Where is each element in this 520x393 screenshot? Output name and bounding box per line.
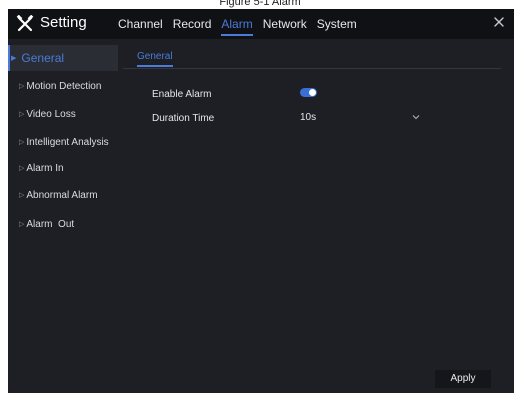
sidebar-item-label: Video Loss [26, 108, 76, 120]
nav-system[interactable]: System [317, 17, 357, 36]
triangle-right-icon: ▷ [19, 165, 25, 172]
triangle-right-icon: ▷ [19, 221, 25, 228]
sidebar-item-alarm-in[interactable]: ▷ Alarm In [8, 155, 118, 181]
settings-window: Setting Channel Record Alarm Network Sys… [8, 9, 514, 393]
sidebar-item-label: Alarm In [26, 162, 64, 174]
chevron-down-icon [412, 115, 420, 120]
sidebar-item-motion-detection[interactable]: ▷ Motion Detection [8, 73, 118, 99]
sidebar-item-label: Alarm Out [26, 218, 75, 230]
enable-alarm-label: Enable Alarm [152, 89, 212, 100]
tab-general[interactable]: General [137, 51, 173, 67]
tools-icon [16, 15, 34, 32]
sidebar-item-label: Intelligent Analysis [26, 136, 109, 148]
top-bar: Setting Channel Record Alarm Network Sys… [8, 9, 514, 39]
duration-time-label: Duration Time [152, 113, 215, 124]
nav-alarm[interactable]: Alarm [221, 17, 254, 36]
app-title: Setting [40, 14, 87, 31]
enable-alarm-toggle[interactable] [300, 88, 317, 97]
active-indicator [8, 45, 10, 71]
nav-record[interactable]: Record [173, 17, 212, 36]
sidebar-item-video-loss[interactable]: ▷ Video Loss [8, 101, 118, 127]
duration-time-select[interactable]: 10s [300, 109, 424, 127]
sidebar-item-label: General [21, 51, 65, 65]
sidebar-item-alarm-out[interactable]: ▷ Alarm Out [8, 211, 118, 237]
duration-time-value: 10s [300, 112, 317, 123]
triangle-right-icon: ▷ [19, 139, 25, 146]
main-nav: Channel Record Alarm Network System [118, 17, 367, 36]
sidebar-item-label: Abnormal Alarm [26, 189, 98, 201]
sidebar-item-general[interactable]: ▶ General [8, 45, 118, 71]
sidebar-item-label: Motion Detection [26, 80, 102, 92]
sidebar-item-abnormal-alarm[interactable]: ▷ Abnormal Alarm [8, 182, 118, 208]
nav-network[interactable]: Network [263, 17, 307, 36]
triangle-right-icon: ▷ [19, 83, 25, 90]
sidebar-item-intelligent-analysis[interactable]: ▷ Intelligent Analysis [8, 129, 118, 155]
triangle-right-icon: ▷ [19, 111, 25, 118]
apply-button[interactable]: Apply [435, 370, 491, 388]
triangle-right-icon: ▷ [19, 192, 25, 199]
toggle-knob [309, 89, 316, 96]
nav-channel[interactable]: Channel [118, 17, 163, 36]
close-icon[interactable] [492, 15, 506, 29]
triangle-right-icon: ▶ [11, 55, 17, 62]
subtab-bar: General [123, 45, 501, 69]
figure-caption: Figure 5-1 Alarm [219, 0, 301, 8]
sidebar: ▶ General ▷ Motion Detection ▷ Video Los… [8, 45, 118, 393]
main-content: General Enable Alarm Duration Time 10s A… [123, 45, 513, 393]
